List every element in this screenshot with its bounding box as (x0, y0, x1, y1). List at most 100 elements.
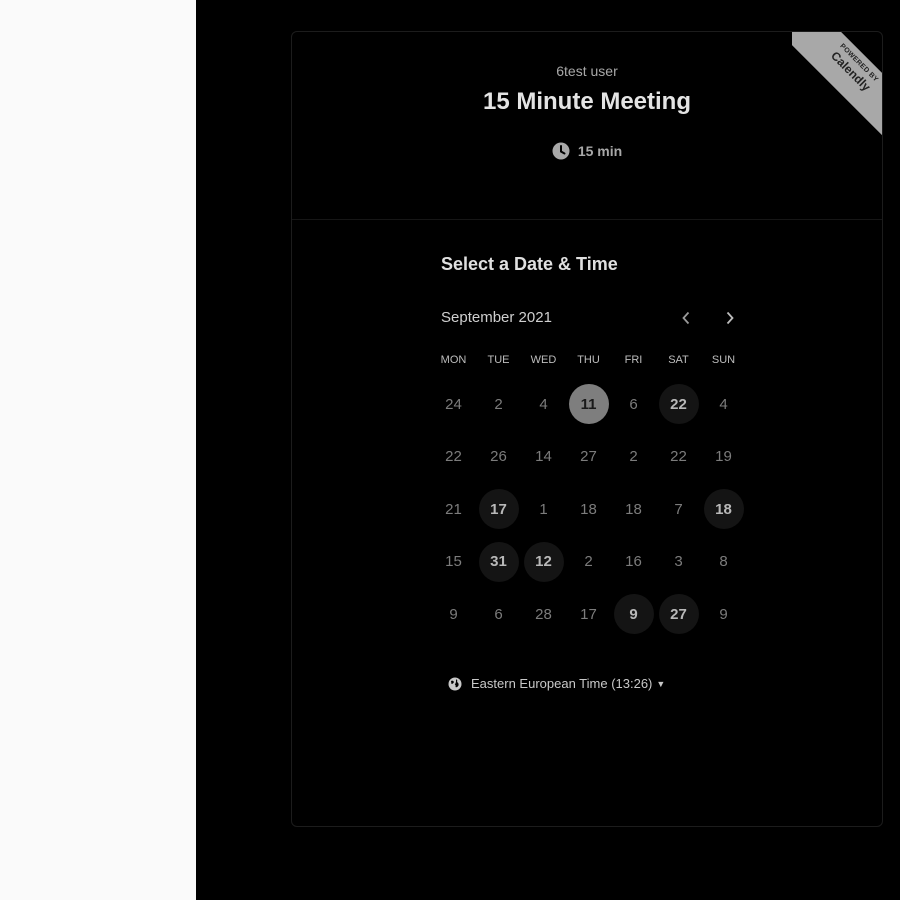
calendar-day: 2 (476, 378, 521, 431)
calendar-day-number: 12 (523, 541, 564, 582)
calendar-day-number: 19 (715, 448, 732, 466)
clock-icon (552, 142, 570, 160)
calendar-day-number: 3 (674, 553, 683, 571)
month-label: September 2021 (441, 309, 552, 326)
weekday-label: THU (577, 354, 600, 366)
calendar-day: 9 (431, 588, 476, 641)
globe-icon (448, 677, 462, 690)
calendar-day: 22 (656, 431, 701, 484)
calendar-day-available[interactable]: 12 (521, 536, 566, 589)
calendar-day: 1 (521, 483, 566, 536)
calendar-day-number: 16 (625, 553, 642, 571)
weekday-label: TUE (487, 354, 510, 366)
calendar-day: 4 (701, 378, 746, 431)
calendar-day-number: 24 (445, 395, 462, 413)
calendar-day-available[interactable]: 31 (476, 536, 521, 589)
calendar-day: 21 (431, 483, 476, 536)
calendar-day-available[interactable]: 18 (701, 483, 746, 536)
calendar-day-number: 17 (478, 489, 519, 530)
calendar-day-number: 21 (445, 500, 462, 518)
chevron-right-icon (726, 311, 734, 325)
calendar-day: 19 (701, 431, 746, 484)
weekday-label: SUN (711, 354, 736, 366)
calendar-day-number: 6 (494, 605, 503, 623)
caret-down-icon: ▼ (656, 678, 666, 689)
calendar-day: 16 (611, 536, 656, 589)
calendar-day-number: 2 (584, 553, 593, 571)
weekday-header: MON TUE WED THU FRI SAT SUN (431, 354, 747, 378)
calendar-day-available[interactable]: 22 (656, 378, 701, 431)
calendar-day-number: 2 (629, 448, 638, 466)
calendar-day: 18 (611, 483, 656, 536)
calendar-day: 2 (611, 431, 656, 484)
event-details: 6test user 15 Minute Meeting 15 min (292, 32, 882, 220)
left-panel (0, 0, 196, 900)
calendar-grid: MON TUE WED THU FRI SAT SUN 24 2 4 11 6 22 4 22… (431, 354, 747, 641)
calendar-day-number: 4 (719, 395, 728, 413)
calendar-day-number: 17 (580, 605, 597, 623)
weekday-label: WED (530, 354, 557, 366)
calendar-day-number: 1 (539, 500, 548, 518)
calendar-day-number: 18 (703, 489, 744, 530)
weekday-label: FRI (624, 354, 643, 366)
calendar-day-number: 22 (658, 384, 699, 425)
calendar-day-number: 9 (449, 605, 458, 623)
prev-month-button[interactable] (672, 304, 700, 332)
calendar-day-number: 2 (494, 395, 503, 413)
calendar-day: 4 (521, 378, 566, 431)
calendar-day: 15 (431, 536, 476, 589)
calendar-day: 17 (566, 588, 611, 641)
calendar-week: 15 31 12 2 16 3 8 (431, 536, 747, 589)
calendar-day-number: 7 (674, 500, 683, 518)
calendar-day-available[interactable]: 17 (476, 483, 521, 536)
timezone-label: Eastern European Time (13:26) (471, 676, 653, 691)
calendar-day: 2 (566, 536, 611, 589)
calendar-day-number: 26 (490, 448, 507, 466)
section-title: Select a Date & Time (441, 254, 618, 274)
next-month-button[interactable] (716, 304, 744, 332)
calendar-week: 22 26 14 27 2 22 19 (431, 431, 747, 484)
calendar-day: 28 (521, 588, 566, 641)
calendar-day-available[interactable]: 9 (611, 588, 656, 641)
event-duration: 15 min (292, 142, 882, 160)
calendar-day-number: 8 (719, 553, 728, 571)
calendar-day: 27 (566, 431, 611, 484)
calendar-day-number: 6 (629, 395, 638, 413)
calendar-day-number: 15 (445, 553, 462, 571)
weekday-label: SAT (668, 354, 689, 366)
duration-label: 15 min (577, 143, 623, 159)
calendar-day-number: 22 (670, 448, 687, 466)
calendar-day: 14 (521, 431, 566, 484)
weekday-label: MON (440, 354, 467, 366)
calendar-day-number: 9 (613, 594, 654, 635)
calendar-day: 7 (656, 483, 701, 536)
calendar-day-number: 4 (539, 395, 548, 413)
calendar-day-number: 28 (535, 605, 552, 623)
calendar-day-number: 18 (580, 500, 597, 518)
timezone-selector[interactable]: Eastern European Time (13:26) ▼ (448, 676, 665, 691)
calendar-day-available[interactable]: 27 (656, 588, 701, 641)
calendar-day: 6 (611, 378, 656, 431)
calendar-day: 9 (701, 588, 746, 641)
event-title: 15 Minute Meeting (482, 88, 692, 115)
calendar-day-number: 9 (719, 605, 728, 623)
calendar-day-number: 31 (478, 541, 519, 582)
calendar-day: 8 (701, 536, 746, 589)
calendar-week: 21 17 1 18 18 7 18 (431, 483, 747, 536)
calendar-day: 3 (656, 536, 701, 589)
calendar-day: 24 (431, 378, 476, 431)
calendar-week: 9 6 28 17 9 27 9 (431, 588, 747, 641)
calendar-day-number: 18 (625, 500, 642, 518)
calendar-day: 18 (566, 483, 611, 536)
calendar-day-number: 11 (568, 384, 609, 425)
calendar-day-selected[interactable]: 11 (566, 378, 611, 431)
calendar-day: 6 (476, 588, 521, 641)
host-name: 6test user (556, 63, 618, 79)
calendar-day: 26 (476, 431, 521, 484)
calendar-day-number: 14 (535, 448, 552, 466)
calendar-day-number: 27 (580, 448, 597, 466)
chevron-left-icon (682, 311, 690, 325)
calendar-day-number: 22 (445, 448, 462, 466)
calendar-weeks: 24 2 4 11 6 22 4 22 26 14 27 2 22 19 21 17 1 18 18 7 18 15 31 1… (431, 378, 747, 641)
calendar-day: 22 (431, 431, 476, 484)
